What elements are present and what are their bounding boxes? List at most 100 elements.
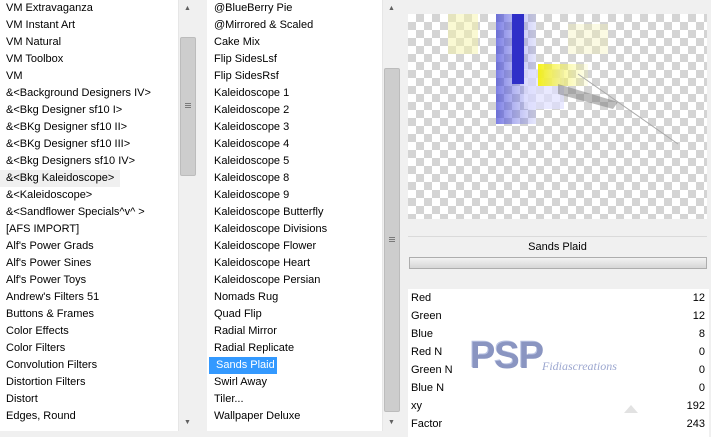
- category-list-row[interactable]: Edges, Round: [0, 408, 179, 425]
- slider-caret-icon[interactable]: [624, 405, 638, 413]
- filter-list-row[interactable]: Kaleidoscope 5: [207, 153, 383, 170]
- category-list-row[interactable]: &<Kaleidoscope>: [0, 187, 179, 204]
- filter-list-row[interactable]: Kaleidoscope Heart: [207, 255, 383, 272]
- category-list-row[interactable]: [AFS IMPORT]: [0, 221, 179, 238]
- category-list-item[interactable]: &<Background Designers IV>: [0, 85, 179, 102]
- filter-list-row[interactable]: @BlueBerry Pie: [207, 0, 383, 17]
- filter-list-row[interactable]: Kaleidoscope Butterfly: [207, 204, 383, 221]
- category-list-row[interactable]: &<Background Designers IV>: [0, 85, 179, 102]
- category-list-item[interactable]: Convolution Filters: [0, 357, 179, 374]
- scroll-up-arrow-icon[interactable]: ▲: [179, 0, 196, 17]
- category-list-row[interactable]: &<Bkg Kaleidoscope>: [0, 170, 179, 187]
- filter-list-item[interactable]: Quad Flip: [207, 306, 383, 323]
- filter-list-row[interactable]: Flip SidesLsf: [207, 51, 383, 68]
- category-list-row[interactable]: Alf's Power Sines: [0, 255, 179, 272]
- filter-list-row[interactable]: Kaleidoscope 4: [207, 136, 383, 153]
- category-list-row[interactable]: Andrew's Filters 51: [0, 289, 179, 306]
- category-list-row[interactable]: Alf's Power Grads: [0, 238, 179, 255]
- category-scroll-thumb[interactable]: [180, 37, 196, 176]
- category-list-item[interactable]: VM Toolbox: [0, 51, 179, 68]
- filter-list-row[interactable]: Nomads Rug: [207, 289, 383, 306]
- parameter-value[interactable]: 12: [693, 307, 705, 325]
- parameter-row[interactable]: Red 12: [408, 289, 709, 307]
- parameter-value[interactable]: 0: [699, 361, 705, 379]
- parameter-value[interactable]: 12: [693, 289, 705, 307]
- category-list-item[interactable]: VM Extravaganza: [0, 0, 179, 17]
- filter-list-row[interactable]: Kaleidoscope 2: [207, 102, 383, 119]
- category-list-row[interactable]: &<Bkg Designer sf10 I>: [0, 102, 179, 119]
- category-list-item[interactable]: &<Sandflower Specials^v^ >: [0, 204, 179, 221]
- category-list-item[interactable]: Alf's Power Sines: [0, 255, 179, 272]
- scroll-down-arrow-icon[interactable]: ▼: [383, 414, 400, 431]
- category-list-row[interactable]: VM: [0, 68, 179, 85]
- filter-list-row[interactable]: Kaleidoscope 9: [207, 187, 383, 204]
- category-list-row[interactable]: VM Natural: [0, 34, 179, 51]
- filter-list-item[interactable]: Kaleidoscope 4: [207, 136, 383, 153]
- category-list-row[interactable]: Convolution Filters: [0, 357, 179, 374]
- category-list-scrollbar[interactable]: ▲ ▼: [178, 0, 196, 431]
- filter-list-row[interactable]: Swirl Away: [207, 374, 383, 391]
- category-list-row[interactable]: Distort: [0, 391, 179, 408]
- filter-list-item[interactable]: Kaleidoscope Heart: [207, 255, 383, 272]
- parameter-row[interactable]: Blue N 0: [408, 379, 709, 397]
- category-list-item[interactable]: [AFS IMPORT]: [0, 221, 179, 238]
- filter-list-item[interactable]: Kaleidoscope 2: [207, 102, 383, 119]
- filter-list-item[interactable]: Kaleidoscope 5: [207, 153, 383, 170]
- filter-list-row[interactable]: Tiler...: [207, 391, 383, 408]
- scroll-down-arrow-icon[interactable]: ▼: [179, 414, 196, 431]
- parameter-value[interactable]: 8: [699, 325, 705, 343]
- category-list-row[interactable]: Distortion Filters: [0, 374, 179, 391]
- filter-list-item[interactable]: Kaleidoscope 8: [207, 170, 383, 187]
- filter-list-row[interactable]: @Mirrored & Scaled: [207, 17, 383, 34]
- filter-list-row[interactable]: Cake Mix: [207, 34, 383, 51]
- parameter-row[interactable]: xy 192: [408, 397, 709, 415]
- category-list-row[interactable]: VM Toolbox: [0, 51, 179, 68]
- filter-list[interactable]: @BlueBerry Pie @Mirrored & Scaled Cake Mix…: [207, 0, 400, 431]
- category-list-item[interactable]: &<Bkg Designers sf10 IV>: [0, 153, 179, 170]
- category-list-row[interactable]: Color Filters: [0, 340, 179, 357]
- filter-list-row[interactable]: Radial Replicate: [207, 340, 383, 357]
- filter-list-item[interactable]: Kaleidoscope 3: [207, 119, 383, 136]
- filter-list-row[interactable]: Kaleidoscope 3: [207, 119, 383, 136]
- parameter-row[interactable]: Green 12: [408, 307, 709, 325]
- filter-list-row[interactable]: Quad Flip: [207, 306, 383, 323]
- category-list-row[interactable]: &<BKg Designer sf10 II>: [0, 119, 179, 136]
- filter-scroll-thumb[interactable]: [384, 68, 400, 412]
- category-list-item[interactable]: VM Natural: [0, 34, 179, 51]
- filter-list-row[interactable]: Wallpaper Deluxe: [207, 408, 383, 425]
- filter-list-row[interactable]: Kaleidoscope Persian: [207, 272, 383, 289]
- category-list-row[interactable]: &<Sandflower Specials^v^ >: [0, 204, 179, 221]
- filter-list-item[interactable]: Kaleidoscope Persian: [207, 272, 383, 289]
- filter-category-list[interactable]: VM Extravaganza VM Instant Art VM Natural V…: [0, 0, 196, 431]
- parameter-value[interactable]: 192: [687, 397, 705, 415]
- category-list-row[interactable]: &<BKg Designer sf10 III>: [0, 136, 179, 153]
- category-list-item[interactable]: Distort: [0, 391, 179, 408]
- category-list-row[interactable]: Alf's Power Toys: [0, 272, 179, 289]
- category-list-item[interactable]: &<Bkg Designer sf10 I>: [0, 102, 179, 119]
- filter-list-item[interactable]: @Mirrored & Scaled: [207, 17, 383, 34]
- category-list-row[interactable]: Color Effects: [0, 323, 179, 340]
- parameter-value[interactable]: 243: [687, 415, 705, 433]
- filter-list-item[interactable]: Flip SidesLsf: [207, 51, 383, 68]
- category-list-item[interactable]: Distortion Filters: [0, 374, 179, 391]
- filter-list-item[interactable]: Kaleidoscope Butterfly: [207, 204, 383, 221]
- filter-list-item[interactable]: Kaleidoscope 9: [207, 187, 383, 204]
- filter-list-item[interactable]: Nomads Rug: [207, 289, 383, 306]
- filter-list-item[interactable]: Kaleidoscope Flower: [207, 238, 383, 255]
- parameter-value[interactable]: 0: [699, 379, 705, 397]
- category-list-item[interactable]: &<BKg Designer sf10 III>: [0, 136, 179, 153]
- filter-list-scrollbar[interactable]: ▲ ▼: [382, 0, 400, 431]
- category-list-item[interactable]: &<Bkg Kaleidoscope>: [0, 170, 121, 187]
- filter-list-row[interactable]: Kaleidoscope 1: [207, 85, 383, 102]
- filter-list-item[interactable]: Radial Mirror: [207, 323, 383, 340]
- filter-list-item[interactable]: Cake Mix: [207, 34, 383, 51]
- filter-list-row[interactable]: Kaleidoscope Divisions: [207, 221, 383, 238]
- category-list-item[interactable]: &<Kaleidoscope>: [0, 187, 179, 204]
- category-list-row[interactable]: Buttons & Frames: [0, 306, 179, 323]
- parameter-value[interactable]: 0: [699, 343, 705, 361]
- parameter-row[interactable]: Factor 243: [408, 415, 709, 433]
- category-list-item[interactable]: Buttons & Frames: [0, 306, 179, 323]
- category-list-row[interactable]: &<Bkg Designers sf10 IV>: [0, 153, 179, 170]
- category-list-item[interactable]: Alf's Power Toys: [0, 272, 179, 289]
- filter-list-item[interactable]: @BlueBerry Pie: [207, 0, 383, 17]
